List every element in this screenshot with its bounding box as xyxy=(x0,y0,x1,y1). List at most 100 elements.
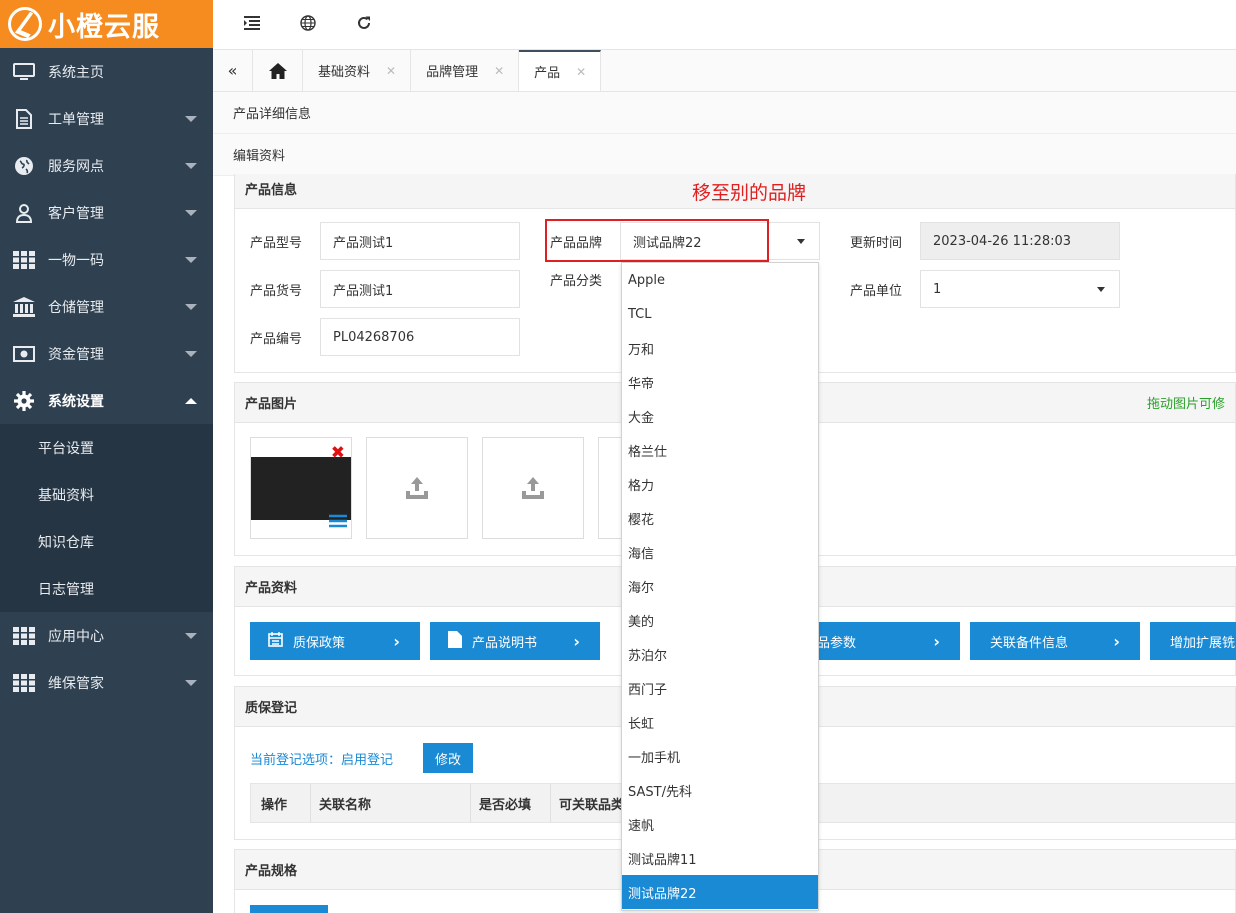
dropdown-option[interactable]: TCL xyxy=(622,297,818,331)
chevron-up-icon xyxy=(185,398,197,404)
chevron-down-icon xyxy=(185,633,197,639)
dropdown-option[interactable]: 格兰仕 xyxy=(622,433,818,467)
close-icon[interactable]: ✕ xyxy=(494,64,504,78)
sidebar-item-label: 系统主页 xyxy=(48,64,104,81)
manual-button[interactable]: 产品说明书 › xyxy=(430,622,600,660)
add-spec-button[interactable] xyxy=(250,905,328,913)
product-thumbnail xyxy=(251,457,351,520)
submenu-item-logs[interactable]: 日志管理 xyxy=(0,565,213,612)
form-row-category: 产品分类 xyxy=(550,270,620,289)
home-icon xyxy=(268,62,287,79)
monitor-icon xyxy=(12,62,36,82)
code-input[interactable]: PL04268706 xyxy=(320,318,520,356)
close-icon[interactable]: ✕ xyxy=(386,64,396,78)
dropdown-option[interactable]: 苏泊尔 xyxy=(622,637,818,671)
globe-icon[interactable] xyxy=(297,14,319,35)
form-row-sku: 产品货号 产品测试1 xyxy=(250,270,520,308)
highlight-box xyxy=(545,219,769,262)
unit-select-value: 1 xyxy=(933,281,942,297)
dropdown-option[interactable]: 美的 xyxy=(622,603,818,637)
dropdown-option[interactable]: SAST/先科 xyxy=(622,773,818,807)
dropdown-option[interactable]: 海信 xyxy=(622,535,818,569)
dropdown-option[interactable]: 西门子 xyxy=(622,671,818,705)
submenu-item-knowledge[interactable]: 知识仓库 xyxy=(0,518,213,565)
sidebar-item-workorder[interactable]: 工单管理 xyxy=(0,95,213,142)
dropdown-option[interactable]: Apple xyxy=(622,263,818,297)
logo: 小橙云服 xyxy=(0,0,213,48)
brand-dropdown: Apple TCL 万和 华帝 大金 格兰仕 格力 樱花 海信 海尔 美的 苏泊… xyxy=(621,262,819,911)
sidebar-item-warehouse[interactable]: 仓储管理 xyxy=(0,283,213,330)
dropdown-option[interactable]: 华帝 xyxy=(622,365,818,399)
drag-hint: 拖动图片可修 xyxy=(1147,397,1226,412)
logo-text: 小橙云服 xyxy=(48,11,160,43)
chevron-down-icon xyxy=(185,210,197,216)
field-label: 产品型号 xyxy=(250,235,303,251)
sidebar-item-app-center[interactable]: 应用中心 xyxy=(0,612,213,659)
tab-scroll-left-icon[interactable]: « xyxy=(213,50,253,91)
tab-basic-data[interactable]: 基础资料 ✕ xyxy=(303,50,412,91)
grid-icon xyxy=(12,626,36,646)
dropdown-option[interactable]: 测试品牌11 xyxy=(622,841,818,875)
sidebar: 小橙云服 系统主页 工单管理 服务网点 客户管理 一物一码 仓储管理 资金管理 … xyxy=(0,0,213,913)
sidebar-item-settings[interactable]: 系统设置 xyxy=(0,377,213,424)
upload-icon xyxy=(406,477,428,499)
money-icon xyxy=(12,344,36,364)
dropdown-option[interactable]: 樱花 xyxy=(622,501,818,535)
dropdown-option[interactable]: 大金 xyxy=(622,399,818,433)
sidebar-item-funds[interactable]: 资金管理 xyxy=(0,330,213,377)
submenu-item-platform[interactable]: 平台设置 xyxy=(0,424,213,471)
sku-input[interactable]: 产品测试1 xyxy=(320,270,520,308)
sidebar-item-label: 应用中心 xyxy=(48,628,104,645)
link-spare-parts-button[interactable]: 关联备件信息 › xyxy=(970,622,1140,660)
form-row-unit: 产品单位 1 xyxy=(850,270,1120,308)
document-icon xyxy=(12,108,36,129)
collapse-menu-icon[interactable] xyxy=(241,15,263,34)
field-label: 更新时间 xyxy=(850,235,903,251)
dropdown-option[interactable]: 万和 xyxy=(622,331,818,365)
upload-icon xyxy=(522,477,544,499)
sidebar-item-home[interactable]: 系统主页 xyxy=(0,48,213,95)
sidebar-item-label: 系统设置 xyxy=(48,393,104,410)
form-row-code: 产品编号 PL04268706 xyxy=(250,318,520,356)
annotation-text: 移至别的品牌 xyxy=(692,182,807,204)
sidebar-item-service-points[interactable]: 服务网点 xyxy=(0,142,213,189)
chevron-down-icon xyxy=(185,116,197,122)
tab-home[interactable] xyxy=(253,50,303,91)
tab-brand-management[interactable]: 品牌管理 ✕ xyxy=(411,50,520,91)
field-label: 产品分类 xyxy=(550,274,603,289)
dropdown-option[interactable]: 海尔 xyxy=(622,569,818,603)
field-label: 产品单位 xyxy=(850,283,903,299)
sidebar-item-one-code[interactable]: 一物一码 xyxy=(0,236,213,283)
dropdown-option-selected[interactable]: 测试品牌22 xyxy=(622,875,818,909)
tab-product[interactable]: 产品 ✕ xyxy=(519,50,602,91)
image-slot-filled[interactable]: ✖ xyxy=(250,437,352,539)
chevron-down-icon xyxy=(797,239,805,244)
warranty-policy-button[interactable]: 质保政策 › xyxy=(250,622,420,660)
chevron-down-icon xyxy=(185,257,197,263)
add-extension-button[interactable]: 增加扩展铣 xyxy=(1150,622,1236,660)
form-row-model: 产品型号 产品测试1 xyxy=(250,222,520,260)
dropdown-option[interactable]: 格力 xyxy=(622,467,818,501)
chevron-down-icon xyxy=(185,304,197,310)
close-icon[interactable]: ✕ xyxy=(576,65,586,79)
sidebar-item-maintenance[interactable]: 维保管家 xyxy=(0,659,213,706)
dropdown-option[interactable]: 速帆 xyxy=(622,807,818,841)
drag-handle-icon[interactable] xyxy=(329,514,347,532)
button-label: 增加扩展铣 xyxy=(1170,635,1236,651)
modify-button[interactable]: 修改 xyxy=(423,743,473,773)
dropdown-option[interactable]: 长虹 xyxy=(622,705,818,739)
delete-icon[interactable]: ✖ xyxy=(331,443,345,463)
refresh-icon[interactable] xyxy=(353,15,375,35)
image-upload-slot[interactable] xyxy=(482,437,584,539)
page-title: 产品详细信息 xyxy=(213,92,1236,134)
model-input[interactable]: 产品测试1 xyxy=(320,222,520,260)
image-upload-slot[interactable] xyxy=(366,437,468,539)
dropdown-option[interactable]: 一加手机 xyxy=(622,739,818,773)
sidebar-item-customers[interactable]: 客户管理 xyxy=(0,189,213,236)
submenu-item-basic-data[interactable]: 基础资料 xyxy=(0,471,213,518)
sidebar-item-label: 资金管理 xyxy=(48,346,104,363)
unit-select[interactable]: 1 xyxy=(920,270,1120,308)
tab-label: 品牌管理 xyxy=(426,65,479,80)
bank-icon xyxy=(12,296,36,317)
grid-icon xyxy=(12,673,36,693)
